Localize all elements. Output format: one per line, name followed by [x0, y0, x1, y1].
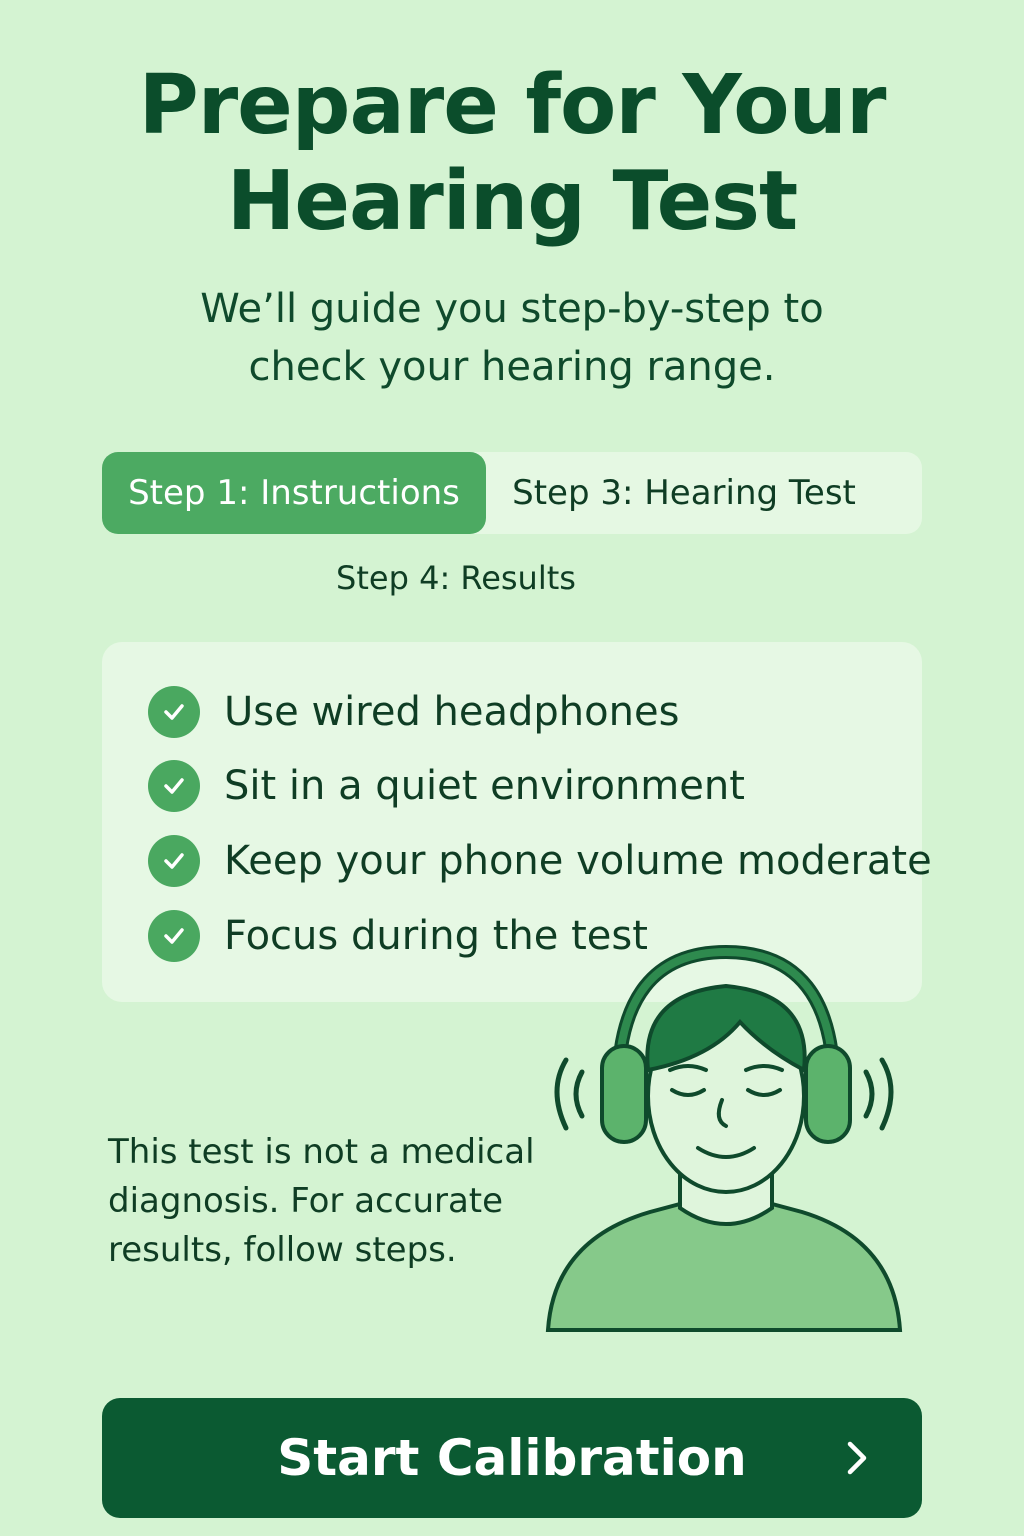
checklist-item-label: Use wired headphones	[224, 689, 680, 735]
disclaimer-line-3: results, follow steps.	[108, 1230, 457, 1270]
medical-disclaimer: This test is not a medical diagnosis. Fo…	[108, 1128, 538, 1275]
disclaimer-line-1: This test is not a medical	[108, 1132, 535, 1172]
disclaimer-line-2: diagnosis. For accurate	[108, 1181, 504, 1221]
checklist-item: Sit in a quiet environment	[148, 758, 745, 814]
page-title: Prepare for Your Hearing Test	[0, 58, 1024, 250]
tab-step-1-instructions[interactable]: Step 1: Instructions	[102, 452, 486, 534]
check-circle-icon	[148, 910, 200, 962]
subtitle-line-1: We’ll guide you step-by-step to	[200, 286, 824, 332]
checklist-item: Use wired headphones	[148, 684, 679, 740]
chevron-right-icon	[847, 1441, 867, 1475]
tab-step-4-results[interactable]: Step 4: Results	[300, 556, 612, 600]
checklist-item-label: Sit in a quiet environment	[224, 763, 745, 809]
title-line-1: Prepare for Your	[138, 58, 887, 153]
check-circle-icon	[148, 760, 200, 812]
title-line-2: Hearing Test	[226, 154, 798, 249]
checklist-item-label: Keep your phone volume moderate	[224, 838, 932, 884]
start-calibration-button[interactable]: Start Calibration	[102, 1398, 922, 1518]
checklist-item: Keep your phone volume moderate	[148, 833, 932, 889]
subtitle-line-2: check your hearing range.	[248, 344, 776, 390]
page-subtitle: We’ll guide you step-by-step to check yo…	[0, 280, 1024, 396]
tab-step-3-hearing-test[interactable]: Step 3: Hearing Test	[486, 452, 882, 534]
person-with-headphones-illustration	[545, 944, 903, 1332]
start-calibration-label: Start Calibration	[277, 1429, 747, 1487]
check-circle-icon	[148, 835, 200, 887]
check-circle-icon	[148, 686, 200, 738]
